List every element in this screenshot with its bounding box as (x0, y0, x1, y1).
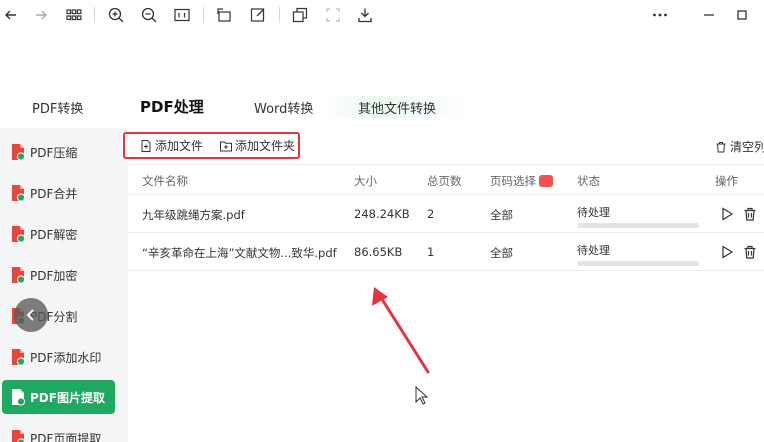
pdf-file-icon (10, 388, 26, 406)
minimize-icon[interactable] (698, 4, 720, 26)
mouse-cursor-icon (415, 386, 429, 405)
main-tabs: PDF转换 PDF处理 Word转换 其他文件转换 (0, 90, 764, 126)
table-divider (128, 270, 764, 271)
add-folder-icon (220, 141, 232, 151)
sidebar-item-label: PDF添加水印 (30, 350, 102, 365)
tab-pdf-convert[interactable]: PDF转换 (32, 98, 83, 117)
maximize-icon[interactable] (731, 4, 753, 26)
file-size: 248.24KB (354, 207, 410, 221)
trash-icon[interactable] (742, 244, 758, 260)
sidebar-item-label: PDF合并 (30, 186, 78, 201)
edit-icon[interactable] (247, 4, 269, 26)
zoom-in-icon[interactable] (105, 4, 127, 26)
sidebar-item-pdf-encrypt[interactable]: PDF加密 (2, 258, 115, 292)
status: 待处理 (577, 204, 699, 228)
rotate-icon[interactable] (213, 4, 235, 26)
file-name: “辛亥革命在上海”文献文物...致华.pdf (142, 246, 337, 260)
sidebar: PDF压缩 PDF合并 PDF解密 PDF加密 PDF分割 PDF添加水印 PD… (0, 128, 128, 442)
copy-screen-icon[interactable] (289, 4, 311, 26)
more-options-icon[interactable] (649, 4, 671, 26)
sidebar-item-label: PDF加密 (30, 268, 78, 283)
trash-icon[interactable] (742, 206, 758, 222)
grid-view-icon[interactable] (63, 4, 85, 26)
trash-icon (716, 141, 726, 152)
clear-list-button[interactable]: 清空列 (715, 138, 764, 155)
sidebar-item-label: PDF解密 (30, 227, 78, 242)
action-bar: 添加文件 添加文件夹 清空列 (123, 128, 764, 164)
pdf-file-icon (10, 143, 26, 161)
page-select[interactable]: 全部 (490, 207, 513, 223)
sidebar-item-label: PDF页面提取 (30, 431, 102, 442)
sidebar-item-pdf-compress[interactable]: PDF压缩 (2, 135, 115, 169)
sidebar-item-pdf-decrypt[interactable]: PDF解密 (2, 217, 115, 251)
vip-crown-icon (539, 175, 553, 187)
pdf-file-icon (10, 429, 26, 442)
play-icon[interactable] (719, 206, 735, 222)
zoom-out-icon[interactable] (138, 4, 160, 26)
page-select[interactable]: 全部 (490, 245, 513, 261)
file-pages: 1 (427, 245, 435, 259)
file-name: 九年级跳绳方案.pdf (142, 208, 245, 222)
sidebar-item-pdf-watermark[interactable]: PDF添加水印 (2, 340, 115, 374)
column-header-actions: 操作 (715, 174, 738, 188)
file-size: 86.65KB (354, 245, 403, 259)
chevron-left-icon (26, 309, 34, 321)
column-header-name: 文件名称 (142, 174, 188, 188)
tab-word-convert[interactable]: Word转换 (254, 98, 313, 117)
column-header-pages: 总页数 (427, 174, 462, 188)
status: 待处理 (577, 242, 699, 266)
pdf-file-icon (10, 184, 26, 202)
file-pages: 2 (427, 207, 435, 221)
pdf-file-icon (10, 348, 26, 366)
column-header-status: 状态 (577, 174, 600, 188)
pdf-file-icon (10, 266, 26, 284)
add-folder-button[interactable]: 添加文件夹 (220, 137, 295, 154)
forward-arrow-icon[interactable] (30, 4, 52, 26)
table-row[interactable]: 九年级跳绳方案.pdf 248.24KB 2 全部 待处理 (128, 194, 764, 232)
add-file-icon (141, 139, 151, 152)
main-content: 添加文件 添加文件夹 清空列 文件名称 大小 总页数 页码选择 状态 操作 九年… (123, 128, 764, 442)
collapse-sidebar-button[interactable] (14, 298, 48, 332)
sidebar-item-pdf-page-extract[interactable]: PDF页面提取 (2, 421, 115, 442)
column-header-size: 大小 (354, 174, 377, 188)
play-icon[interactable] (719, 244, 735, 260)
sidebar-item-label: PDF压缩 (30, 145, 78, 160)
sidebar-item-pdf-merge[interactable]: PDF合并 (2, 176, 115, 210)
actual-size-icon[interactable] (171, 4, 193, 26)
viewer-toolbar (0, 0, 764, 30)
fullscreen-icon[interactable] (322, 4, 344, 26)
progress-bar (577, 223, 699, 228)
back-arrow-icon[interactable] (0, 4, 22, 26)
pdf-file-icon (10, 225, 26, 243)
column-header-page-select: 页码选择 (490, 173, 553, 189)
table-row[interactable]: “辛亥革命在上海”文献文物...致华.pdf 86.65KB 1 全部 待处理 (128, 232, 764, 270)
add-file-button[interactable]: 添加文件 (140, 137, 203, 154)
sidebar-item-label: PDF图片提取 (30, 390, 105, 405)
tab-pdf-process[interactable]: PDF处理 (140, 96, 204, 117)
tab-other-convert[interactable]: 其他文件转换 (358, 98, 436, 117)
download-icon[interactable] (354, 4, 376, 26)
progress-bar (577, 261, 699, 266)
sidebar-item-pdf-image-extract[interactable]: PDF图片提取 (2, 380, 115, 414)
file-table: 文件名称 大小 总页数 页码选择 状态 操作 九年级跳绳方案.pdf 248.2… (128, 164, 764, 442)
